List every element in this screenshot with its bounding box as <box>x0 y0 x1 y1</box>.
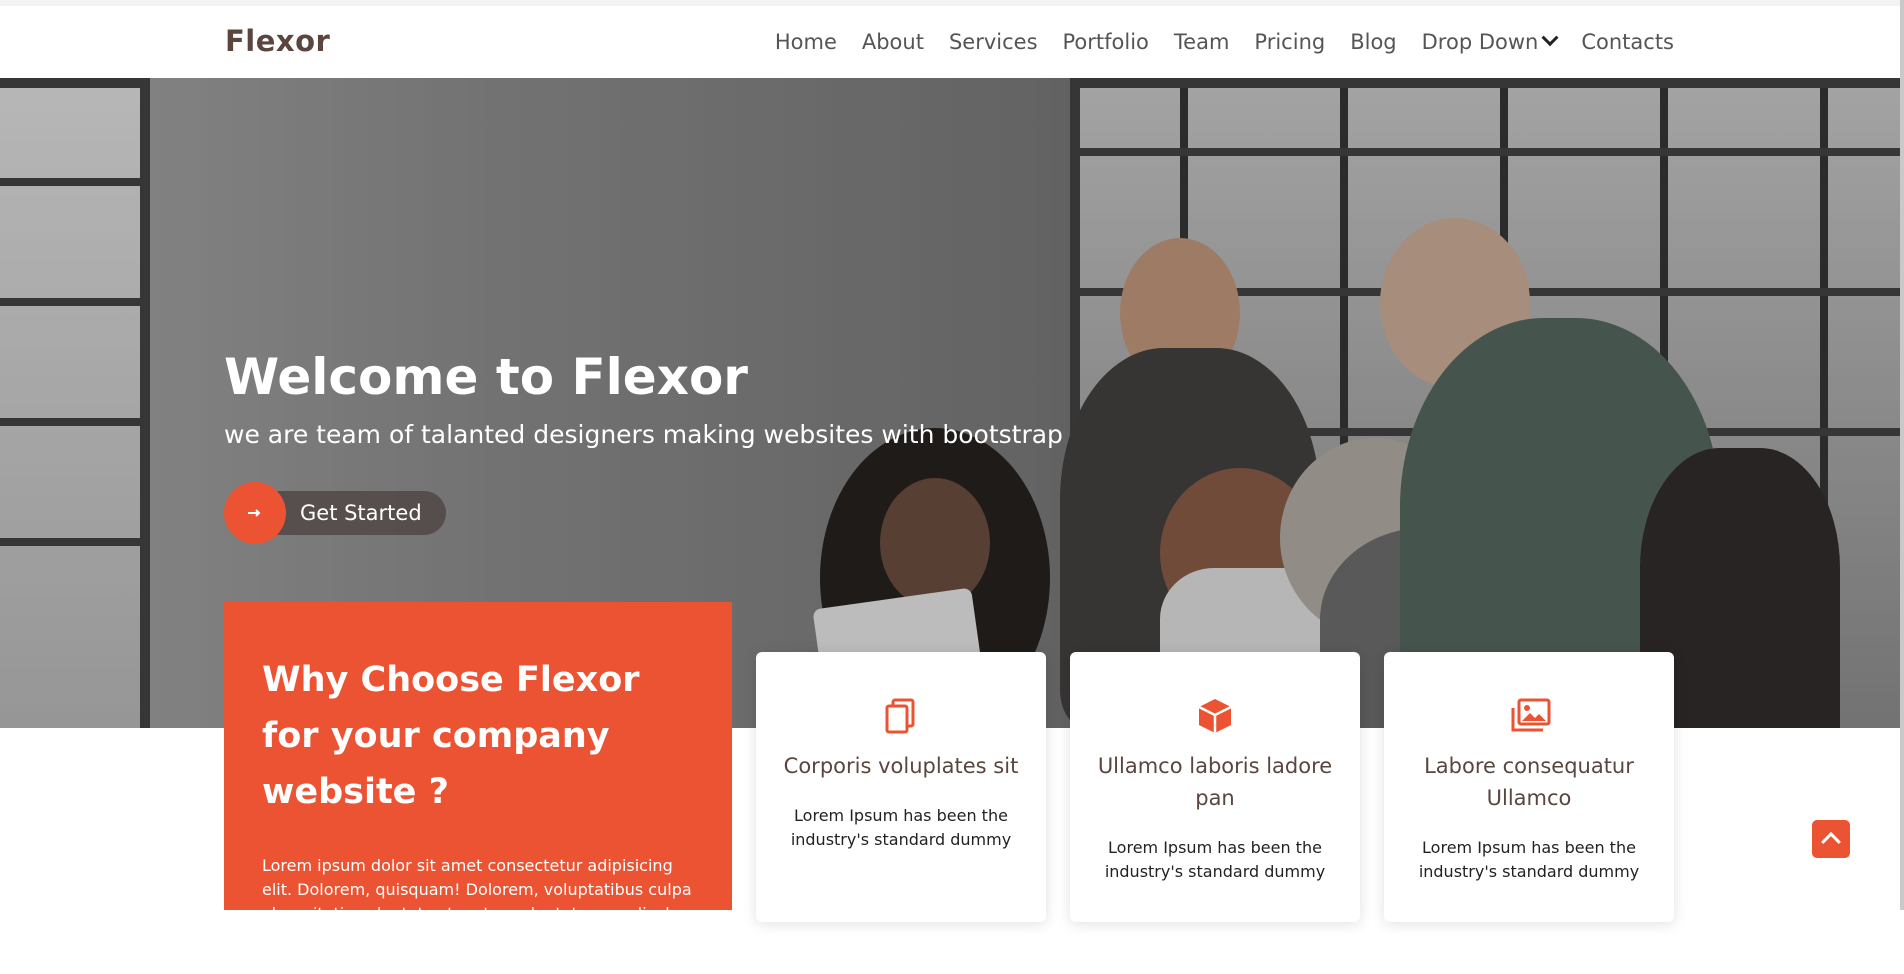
feature-card: Labore consequatur Ullamco Lorem Ipsum h… <box>1384 652 1674 922</box>
feature-card: Corporis voluplates sit Lorem Ipsum has … <box>756 652 1046 922</box>
why-title: Why Choose Flexor for your company websi… <box>262 660 640 812</box>
nav-blog[interactable]: Blog <box>1350 30 1396 54</box>
back-to-top-button[interactable] <box>1812 820 1850 858</box>
hero-title: Welcome to Flexor <box>224 348 748 406</box>
nav-dropdown-label: Drop Down <box>1421 30 1539 54</box>
cube-icon <box>1195 696 1235 736</box>
nav-home[interactable]: Home <box>775 30 837 54</box>
nav-dropdown[interactable]: Drop Down <box>1421 29 1559 54</box>
nav-about[interactable]: About <box>862 30 924 54</box>
arrow-right-icon <box>224 482 286 544</box>
feature-card: Ullamco laboris ladore pan Lorem Ipsum h… <box>1070 652 1360 922</box>
site-header: Flexor Home About Services Portfolio Tea… <box>0 6 1904 78</box>
nav-contacts[interactable]: Contacts <box>1581 30 1674 54</box>
images-icon <box>1509 696 1551 736</box>
feature-title: Ullamco laboris ladore pan <box>1097 754 1333 810</box>
scrollbar[interactable] <box>1900 0 1904 910</box>
feature-title: Labore consequatur Ullamco <box>1424 754 1634 810</box>
nav-services[interactable]: Services <box>949 30 1038 54</box>
arrow-up-icon <box>1821 831 1841 852</box>
why-text: Lorem ipsum dolor sit amet consectetur a… <box>262 856 692 971</box>
nav-portfolio[interactable]: Portfolio <box>1063 30 1149 54</box>
chevron-down-icon <box>1541 29 1559 47</box>
why-choose-box: Why Choose Flexor for your company websi… <box>224 602 732 971</box>
document-copy-icon <box>881 696 921 736</box>
main-nav: Home About Services Portfolio Team Prici… <box>775 29 1674 54</box>
get-started-button[interactable]: Get Started <box>224 482 446 544</box>
feature-text: Lorem Ipsum has been the industry's stan… <box>1104 838 1326 881</box>
logo[interactable]: Flexor <box>225 24 330 58</box>
nav-team[interactable]: Team <box>1174 30 1230 54</box>
feature-text: Lorem Ipsum has been the industry's stan… <box>1418 838 1640 881</box>
hero-subtitle: we are team of talanted designers making… <box>224 420 1063 449</box>
nav-pricing[interactable]: Pricing <box>1254 30 1325 54</box>
feature-text: Lorem Ipsum has been the industry's stan… <box>790 806 1012 849</box>
feature-title: Corporis voluplates sit <box>783 754 1019 778</box>
